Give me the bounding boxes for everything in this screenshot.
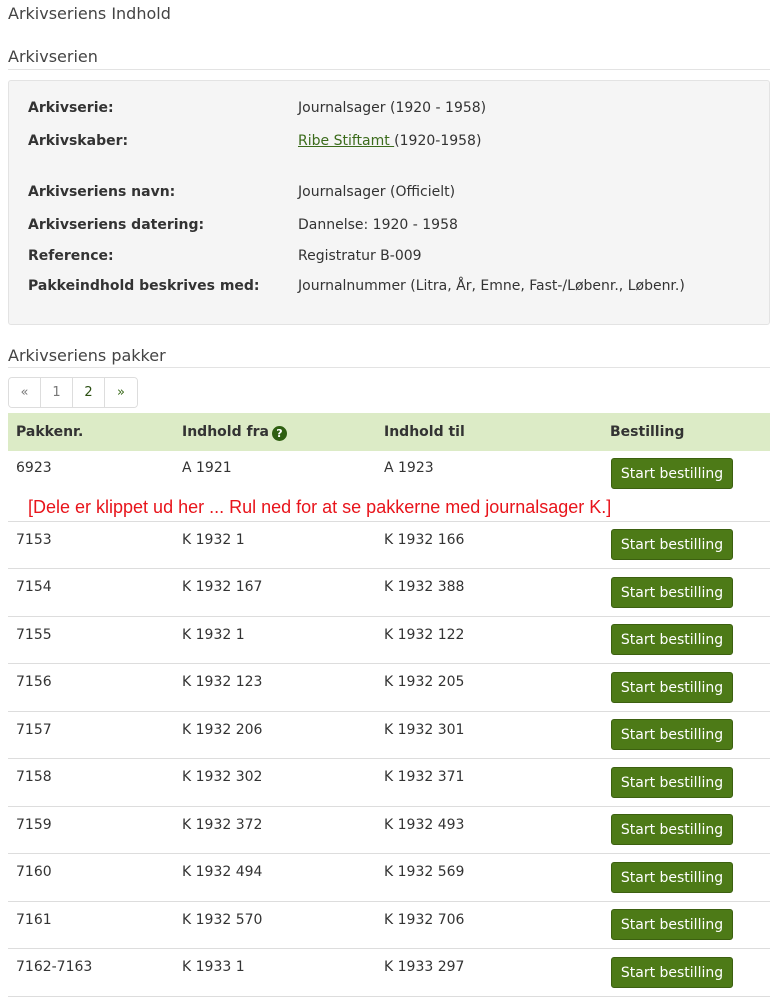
arkivskaber-link[interactable]: Ribe Stiftamt [298, 133, 394, 149]
column-header-label: Indhold fra [182, 424, 269, 440]
indhold-fra-cell: K 1932 167 [182, 579, 263, 595]
indhold-til-cell: K 1932 388 [384, 579, 465, 595]
packages-table-header: Pakkenr. Indhold fra? Indhold til Bestil… [8, 413, 770, 451]
info-value: Registratur B-009 [298, 248, 422, 264]
start-bestilling-button[interactable]: Start bestilling [611, 529, 733, 560]
arkivskaber-period: (1920-1958) [394, 133, 482, 149]
pagination: « 1 2 » [8, 377, 138, 408]
section-divider [8, 69, 770, 70]
indhold-til-cell: A 1923 [384, 460, 434, 476]
info-label: Arkivseriens datering: [28, 217, 205, 233]
indhold-fra-cell: K 1932 1 [182, 627, 245, 643]
indhold-fra-cell: K 1932 494 [182, 864, 263, 880]
indhold-fra-cell: K 1932 372 [182, 817, 263, 833]
start-bestilling-button[interactable]: Start bestilling [611, 862, 733, 893]
row-divider [8, 758, 770, 759]
column-header-indhold-fra: Indhold fra? [182, 424, 287, 441]
indhold-til-cell: K 1932 706 [384, 912, 465, 928]
column-header-bestilling: Bestilling [610, 424, 685, 440]
packages-section-title: Arkivseriens pakker [8, 346, 166, 365]
row-divider [8, 853, 770, 854]
pakkenr-cell: 7159 [16, 817, 52, 833]
row-divider [8, 948, 770, 949]
series-info-box: Arkivserie: Journalsager (1920 - 1958) A… [8, 80, 770, 325]
start-bestilling-button[interactable]: Start bestilling [611, 814, 733, 845]
indhold-til-cell: K 1932 301 [384, 722, 465, 738]
pakkenr-cell: 7160 [16, 864, 52, 880]
pakkenr-cell: 7158 [16, 769, 52, 785]
pagination-prev-button[interactable]: « [9, 378, 41, 407]
indhold-fra-cell: A 1921 [182, 460, 232, 476]
pakkenr-cell: 7154 [16, 579, 52, 595]
pakkenr-cell: 7162-7163 [16, 959, 93, 975]
indhold-fra-cell: K 1933 1 [182, 959, 245, 975]
pakkenr-cell: 7156 [16, 674, 52, 690]
indhold-fra-cell: K 1932 570 [182, 912, 263, 928]
indhold-til-cell: K 1932 493 [384, 817, 465, 833]
start-bestilling-button[interactable]: Start bestilling [611, 577, 733, 608]
start-bestilling-button[interactable]: Start bestilling [611, 909, 733, 940]
start-bestilling-button[interactable]: Start bestilling [611, 957, 733, 988]
section-divider [8, 367, 770, 368]
series-section-title: Arkivserien [8, 47, 98, 66]
indhold-til-cell: K 1932 205 [384, 674, 465, 690]
row-divider [8, 996, 770, 997]
info-label: Arkivskaber: [28, 133, 129, 149]
info-value: Dannelse: 1920 - 1958 [298, 217, 458, 233]
column-header-indhold-til: Indhold til [384, 424, 465, 440]
info-label: Arkivseriens navn: [28, 184, 176, 200]
start-bestilling-button[interactable]: Start bestilling [611, 767, 733, 798]
row-divider [8, 901, 770, 902]
info-label: Arkivserie: [28, 100, 114, 116]
clip-note: [Dele er klippet ud her ... Rul ned for … [28, 497, 612, 517]
row-divider [8, 663, 770, 664]
info-value: Journalsager (Officielt) [298, 184, 456, 200]
pakkenr-cell: 7157 [16, 722, 52, 738]
info-label: Reference: [28, 248, 114, 264]
row-divider [8, 711, 770, 712]
pakkenr-cell: 7155 [16, 627, 52, 643]
page-title: Arkivseriens Indhold [8, 4, 171, 23]
pakkenr-cell: 7153 [16, 532, 52, 548]
info-value: Journalnummer (Litra, År, Emne, Fast-/Lø… [298, 278, 685, 294]
info-value: Journalsager (1920 - 1958) [298, 100, 487, 116]
start-bestilling-button[interactable]: Start bestilling [611, 624, 733, 655]
pagination-page-1[interactable]: 1 [41, 378, 73, 407]
pakkenr-cell: 7161 [16, 912, 52, 928]
indhold-til-cell: K 1932 569 [384, 864, 465, 880]
pagination-next-button[interactable]: » [105, 378, 137, 407]
start-bestilling-button[interactable]: Start bestilling [611, 672, 733, 703]
row-divider [8, 568, 770, 569]
start-bestilling-button[interactable]: Start bestilling [611, 719, 733, 750]
indhold-til-cell: K 1932 122 [384, 627, 465, 643]
indhold-fra-cell: K 1932 1 [182, 532, 245, 548]
help-icon[interactable]: ? [271, 426, 287, 441]
pagination-page-2[interactable]: 2 [73, 378, 105, 407]
indhold-til-cell: K 1932 371 [384, 769, 465, 785]
indhold-fra-cell: K 1932 206 [182, 722, 263, 738]
column-header-pakkenr: Pakkenr. [16, 424, 84, 440]
row-divider [8, 521, 770, 522]
info-value: Ribe Stiftamt (1920-1958) [298, 133, 481, 149]
indhold-til-cell: K 1933 297 [384, 959, 465, 975]
indhold-til-cell: K 1932 166 [384, 532, 465, 548]
row-divider [8, 806, 770, 807]
start-bestilling-button[interactable]: Start bestilling [611, 458, 733, 489]
pakkenr-cell: 6923 [16, 460, 52, 476]
info-label: Pakkeindhold beskrives med: [28, 278, 260, 294]
row-divider [8, 616, 770, 617]
indhold-fra-cell: K 1932 123 [182, 674, 263, 690]
indhold-fra-cell: K 1932 302 [182, 769, 263, 785]
